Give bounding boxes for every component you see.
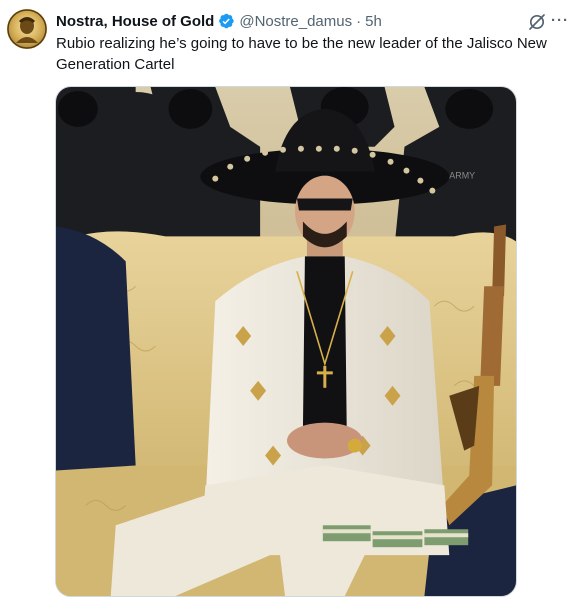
tweet[interactable]: Nostra, House of Gold @Nostre_damus · 5h… [0,0,568,609]
header-separator: · [356,12,362,30]
guard-shirt-label: ARMY [449,171,475,181]
author-display-name[interactable]: Nostra, House of Gold [56,13,214,30]
verified-badge-icon[interactable] [217,12,235,30]
tweet-timestamp[interactable]: 5h [365,13,382,30]
grok-icon[interactable] [527,12,547,32]
more-options-icon[interactable]: ··· [551,12,568,32]
tweet-header: Nostra, House of Gold @Nostre_damus · 5h [56,11,382,31]
tweet-text: Rubio realizing he’s going to have to be… [56,35,547,73]
author-handle[interactable]: @Nostre_damus [239,13,352,30]
tweet-media-image[interactable]: ARMY [55,86,517,597]
author-avatar[interactable] [7,9,47,49]
